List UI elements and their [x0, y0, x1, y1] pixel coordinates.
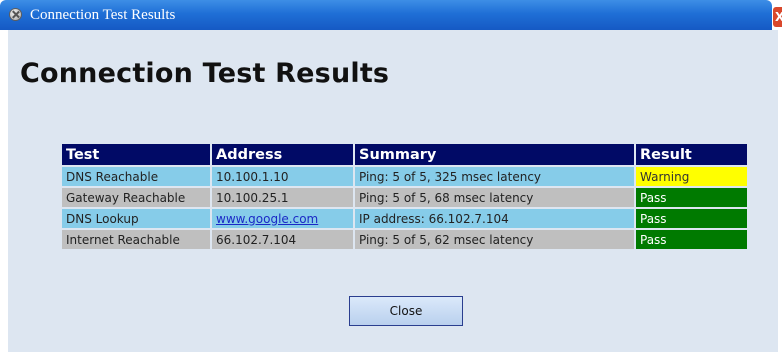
- window-close-button[interactable]: X: [773, 7, 782, 27]
- table-header-row: Test Address Summary Result: [62, 144, 747, 165]
- close-button[interactable]: Close: [349, 296, 463, 326]
- table-row: DNS Reachable 10.100.1.10 Ping: 5 of 5, …: [62, 167, 747, 186]
- result-badge-pass: Pass: [636, 209, 747, 228]
- title-bar[interactable]: Connection Test Results: [0, 0, 772, 30]
- result-badge-pass: Pass: [636, 230, 747, 249]
- table-row: Internet Reachable 66.102.7.104 Ping: 5 …: [62, 230, 747, 249]
- cell-summary: Ping: 5 of 5, 62 msec latency: [355, 230, 634, 249]
- network-test-icon: [9, 8, 22, 21]
- address-link[interactable]: www.google.com: [216, 212, 318, 226]
- result-badge-pass: Pass: [636, 188, 747, 207]
- dialog-window: Connection Test Results X Connection Tes…: [0, 0, 782, 352]
- cell-summary: IP address: 66.102.7.104: [355, 209, 634, 228]
- page-title: Connection Test Results: [20, 58, 390, 89]
- results-table: Test Address Summary Result DNS Reachabl…: [60, 142, 749, 251]
- cell-test: DNS Reachable: [62, 167, 210, 186]
- table-row: DNS Lookup www.google.com IP address: 66…: [62, 209, 747, 228]
- column-header-test: Test: [62, 144, 210, 165]
- column-header-summary: Summary: [355, 144, 634, 165]
- cell-summary: Ping: 5 of 5, 325 msec latency: [355, 167, 634, 186]
- column-header-result: Result: [636, 144, 747, 165]
- cell-test: Gateway Reachable: [62, 188, 210, 207]
- column-header-address: Address: [212, 144, 353, 165]
- dialog-content: Connection Test Results Test Address Sum…: [8, 30, 778, 352]
- table-row: Gateway Reachable 10.100.25.1 Ping: 5 of…: [62, 188, 747, 207]
- cell-address: 66.102.7.104: [212, 230, 353, 249]
- cell-address: www.google.com: [212, 209, 353, 228]
- cell-address: 10.100.25.1: [212, 188, 353, 207]
- cell-address: 10.100.1.10: [212, 167, 353, 186]
- window-title: Connection Test Results: [30, 7, 176, 23]
- result-badge-warning: Warning: [636, 167, 747, 186]
- cell-test: Internet Reachable: [62, 230, 210, 249]
- cell-summary: Ping: 5 of 5, 68 msec latency: [355, 188, 634, 207]
- cell-test: DNS Lookup: [62, 209, 210, 228]
